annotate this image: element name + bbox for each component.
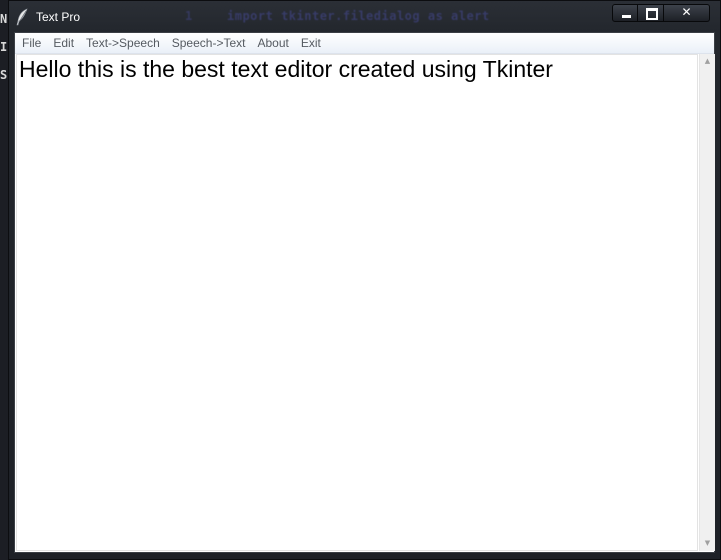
menu-text-to-speech[interactable]: Text->Speech — [80, 33, 166, 53]
scroll-down-icon[interactable]: ▼ — [700, 536, 715, 551]
title-bar[interactable]: Text Pro 1 import tkinter.filedialog as … — [9, 1, 720, 33]
maximize-button[interactable] — [638, 4, 664, 22]
menu-exit[interactable]: Exit — [295, 33, 327, 53]
client-area: File Edit Text->Speech Speech->Text Abou… — [14, 32, 715, 553]
editor-content: Hello this is the best text editor creat… — [19, 56, 553, 82]
scroll-up-icon[interactable]: ▲ — [700, 54, 715, 69]
minimize-button[interactable] — [612, 4, 638, 22]
background-code-number: 1 — [185, 9, 193, 23]
background-glyph: N — [0, 12, 8, 26]
background-code-text: import tkinter.filedialog as alert — [227, 9, 490, 23]
window-controls: ✕ — [612, 4, 710, 22]
menu-file[interactable]: File — [16, 33, 47, 53]
menu-bar: File Edit Text->Speech Speech->Text Abou… — [15, 33, 714, 54]
background-glyph: S — [0, 68, 8, 82]
menu-about[interactable]: About — [251, 33, 294, 53]
feather-icon — [16, 8, 28, 26]
text-editor[interactable]: Hello this is the best text editor creat… — [16, 54, 698, 551]
minimize-icon — [622, 15, 631, 18]
vertical-scrollbar[interactable]: ▲ ▼ — [699, 54, 715, 551]
menu-speech-to-text[interactable]: Speech->Text — [166, 33, 252, 53]
background-glyph: I — [0, 40, 8, 54]
maximize-icon — [646, 8, 658, 20]
close-button[interactable]: ✕ — [664, 4, 710, 22]
window-title: Text Pro — [36, 10, 81, 24]
app-window: Text Pro 1 import tkinter.filedialog as … — [8, 0, 721, 560]
close-icon: ✕ — [681, 5, 692, 19]
menu-edit[interactable]: Edit — [47, 33, 80, 53]
desktop-background: N I S — [0, 0, 8, 560]
